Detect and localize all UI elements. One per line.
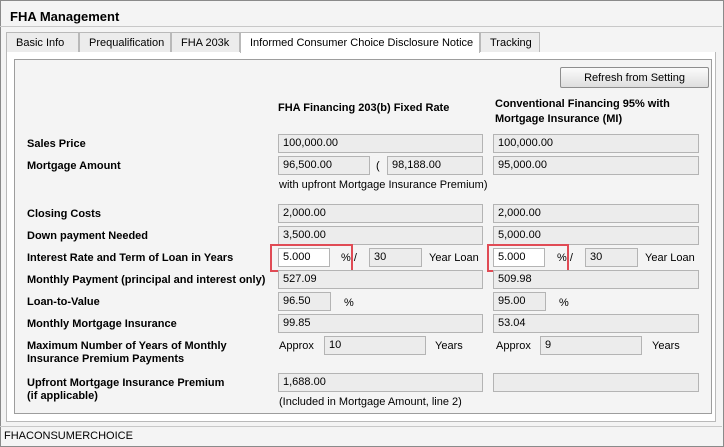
tab-tracking[interactable]: Tracking: [480, 32, 540, 52]
conv-sales-price-field[interactable]: 100,000.00: [493, 134, 699, 153]
ltv-label: Loan-to-Value: [27, 296, 100, 308]
max-years-label-line2: Insurance Premium Payments: [27, 353, 185, 365]
down-payment-label: Down payment Needed: [27, 230, 149, 242]
fha-closing-costs-field[interactable]: 2,000.00: [278, 204, 483, 223]
fha-rate-highlight: [270, 244, 353, 272]
refresh-from-setting-button[interactable]: Refresh from Setting: [560, 67, 709, 88]
conventional-column-header-line1: Conventional Financing 95% with: [495, 98, 670, 110]
fha-column-header: FHA Financing 203(b) Fixed Rate: [278, 102, 450, 114]
mortgage-amount-label: Mortgage Amount: [27, 160, 121, 172]
closing-costs-label: Closing Costs: [27, 208, 101, 220]
monthly-mi-label: Monthly Mortgage Insurance: [27, 318, 177, 330]
tab-fha-203k[interactable]: FHA 203k: [171, 32, 240, 52]
conv-ltv-field[interactable]: 95.00: [493, 292, 546, 311]
monthly-payment-label: Monthly Payment (principal and interest …: [27, 274, 266, 286]
conv-years-text: Years: [652, 340, 680, 352]
fha-sales-price-field[interactable]: 100,000.00: [278, 134, 483, 153]
fha-years-text: Years: [435, 340, 463, 352]
conv-ltv-percent: %: [559, 297, 569, 309]
fha-year-loan-text: Year Loan: [429, 252, 479, 264]
form-id-footer: FHACONSUMERCHOICE: [4, 430, 133, 442]
fha-ltv-percent: %: [344, 297, 354, 309]
mortgage-paren: (: [376, 160, 380, 172]
footer-divider: [0, 426, 722, 427]
upfront-mip-label-line1: Upfront Mortgage Insurance Premium: [27, 377, 225, 389]
conv-year-loan-text: Year Loan: [645, 252, 695, 264]
max-years-label-line1: Maximum Number of Years of Monthly: [27, 340, 227, 352]
interest-rate-label: Interest Rate and Term of Loan in Years: [27, 252, 234, 264]
fha-monthly-mi-field[interactable]: 99.85: [278, 314, 483, 333]
fha-ltv-field[interactable]: 96.50: [278, 292, 331, 311]
upfront-mip-note: (Included in Mortgage Amount, line 2): [279, 396, 462, 408]
conv-closing-costs-field[interactable]: 2,000.00: [493, 204, 699, 223]
conv-approx-text: Approx: [496, 340, 531, 352]
conv-mortgage-amount-field[interactable]: 95,000.00: [493, 156, 699, 175]
fha-mortgage-with-mip-field[interactable]: 98,188.00: [387, 156, 483, 175]
mortgage-mip-note: with upfront Mortgage Insurance Premium): [279, 179, 488, 191]
fha-max-years-field[interactable]: 10: [324, 336, 426, 355]
conv-monthly-payment-field[interactable]: 509.98: [493, 270, 699, 289]
conv-upfront-mip-field[interactable]: [493, 373, 699, 392]
tab-basic-info[interactable]: Basic Info: [6, 32, 79, 52]
tab-informed-consumer-choice[interactable]: Informed Consumer Choice Disclosure Noti…: [240, 32, 480, 53]
conv-monthly-mi-field[interactable]: 53.04: [493, 314, 699, 333]
upfront-mip-label-line2: (if applicable): [27, 390, 98, 402]
fha-loan-term-field[interactable]: 30: [369, 248, 422, 267]
conventional-column-header-line2: Mortgage Insurance (MI): [495, 113, 623, 125]
conv-rate-highlight: [487, 244, 569, 272]
conv-max-years-field[interactable]: 9: [540, 336, 642, 355]
sales-price-label: Sales Price: [27, 138, 86, 150]
conv-down-payment-field[interactable]: 5,000.00: [493, 226, 699, 245]
fha-down-payment-field[interactable]: 3,500.00: [278, 226, 483, 245]
conv-loan-term-field[interactable]: 30: [585, 248, 638, 267]
window-title: FHA Management: [10, 9, 120, 24]
tab-prequalification[interactable]: Prequalification: [79, 32, 171, 52]
title-divider: [0, 26, 722, 27]
fha-upfront-mip-field[interactable]: 1,688.00: [278, 373, 483, 392]
fha-monthly-payment-field[interactable]: 527.09: [278, 270, 483, 289]
fha-mortgage-amount-field[interactable]: 96,500.00: [278, 156, 370, 175]
fha-approx-text: Approx: [279, 340, 314, 352]
